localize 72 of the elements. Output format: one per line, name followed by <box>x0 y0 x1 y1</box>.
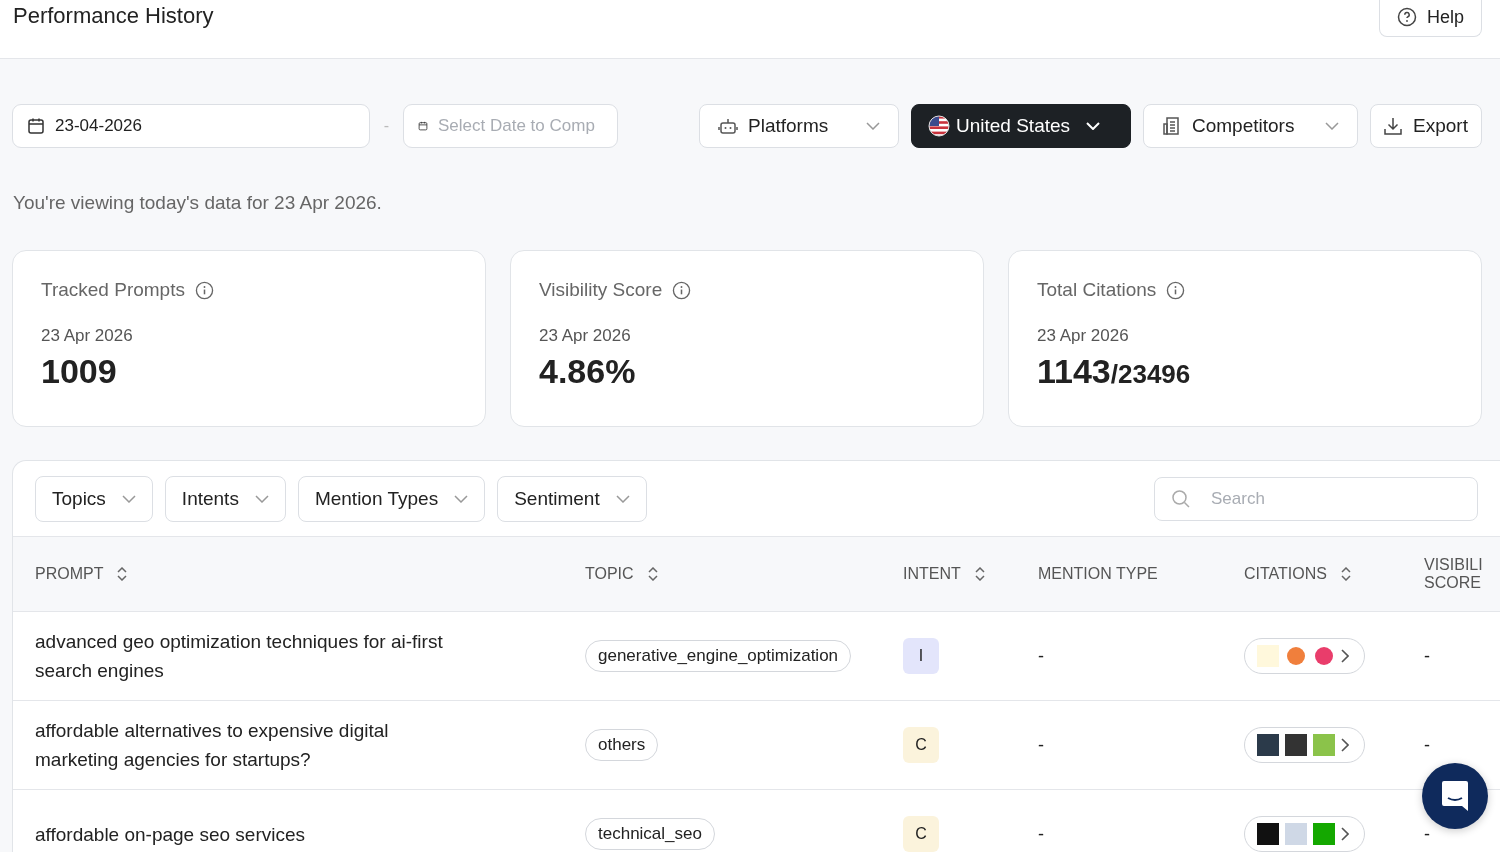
filter-dropdown[interactable]: Intents <box>164 476 286 522</box>
platforms-dropdown[interactable]: Platforms <box>699 104 899 148</box>
stat-label: Visibility Score <box>539 279 663 301</box>
stat-date: 23 Apr 2026 <box>539 326 632 346</box>
column-header: CITATIONS <box>1244 565 1327 583</box>
chat-icon <box>1440 779 1470 813</box>
date-separator: - <box>382 117 391 135</box>
stat-label: Total Citations <box>1037 279 1157 301</box>
flag-icon <box>928 115 950 137</box>
search-field[interactable]: Search <box>1154 477 1478 521</box>
mention-type-text: - <box>1038 823 1044 845</box>
column-header: VISIBILI SCORE <box>1424 556 1484 592</box>
intent-badge: C <box>903 816 939 852</box>
search-icon <box>1171 489 1191 509</box>
stat-value: 4.86% <box>539 352 636 390</box>
sort-icon[interactable] <box>647 567 658 581</box>
help-button[interactable]: Help <box>1378 0 1482 37</box>
chevron-right-icon <box>1341 649 1349 663</box>
building-icon <box>1162 116 1182 136</box>
download-icon <box>1383 116 1403 136</box>
stat-total: /23496 <box>1110 359 1191 389</box>
column-header: TOPIC <box>585 565 634 583</box>
intent-badge: I <box>903 638 939 674</box>
chevron-right-icon <box>1341 738 1349 752</box>
stat-date: 23 Apr 2026 <box>41 326 134 346</box>
prompt-text: advanced geo optimization techniques for ai-first search engines <box>35 630 444 683</box>
viewing-notice: You're viewing today's data for 23 Apr 2026. <box>13 192 383 214</box>
prompt-text: affordable alternatives to expensive digital marketing agencies for startups? <box>35 719 390 772</box>
sort-icon[interactable] <box>974 567 985 581</box>
prompt-text: affordable on-page seo services <box>35 822 307 847</box>
mention-type-text: - <box>1038 734 1044 756</box>
compare-date-input[interactable]: Select Date to Comp <box>438 116 603 136</box>
calendar-icon <box>27 117 45 135</box>
info-icon <box>1166 280 1186 300</box>
visibility-text: - <box>1424 823 1430 845</box>
mention-type-text: - <box>1038 645 1044 667</box>
column-header: PROMPT <box>35 565 104 583</box>
chevron-down-icon <box>866 122 880 130</box>
chevron-down-icon <box>454 495 469 503</box>
competitors-dropdown[interactable]: Competitors <box>1143 104 1358 148</box>
visibility-text: - <box>1424 734 1430 756</box>
chevron-right-icon <box>1341 827 1349 841</box>
filter-dropdown[interactable]: Topics <box>35 476 153 522</box>
export-button[interactable]: Export <box>1370 104 1482 148</box>
column-header: MENTION TYPE <box>1038 565 1158 583</box>
citations-button[interactable] <box>1244 727 1365 763</box>
stat-label: Tracked Prompts <box>41 279 185 301</box>
filter-dropdown[interactable]: Mention Types <box>297 476 486 522</box>
page-title: Performance History <box>13 3 214 29</box>
sort-icon[interactable] <box>1340 567 1351 581</box>
stat-date: 23 Apr 2026 <box>1037 326 1130 346</box>
chevron-down-icon <box>615 495 630 503</box>
stat-value: 1143 <box>1037 352 1111 390</box>
sort-icon[interactable] <box>117 567 128 581</box>
chevron-down-icon <box>254 495 269 503</box>
info-icon <box>672 280 692 300</box>
info-icon <box>194 280 214 300</box>
search-input[interactable]: Search <box>1211 489 1376 509</box>
chevron-down-icon <box>1325 122 1339 130</box>
chevron-down-icon <box>121 495 136 503</box>
filter-dropdown[interactable]: Sentiment <box>497 476 647 522</box>
help-icon <box>1396 7 1417 27</box>
country-dropdown[interactable]: United States <box>911 104 1131 148</box>
citations-button[interactable] <box>1244 816 1365 852</box>
chevron-down-icon <box>1086 122 1101 130</box>
visibility-text: - <box>1424 645 1430 667</box>
date-field[interactable]: 23-04-2026 <box>12 104 370 148</box>
intent-badge: C <box>903 727 939 763</box>
robot-icon <box>718 117 738 135</box>
column-header: INTENT <box>903 565 961 583</box>
compare-date-field[interactable]: Select Date to Comp <box>403 104 618 148</box>
stat-value: 1009 <box>41 352 117 390</box>
